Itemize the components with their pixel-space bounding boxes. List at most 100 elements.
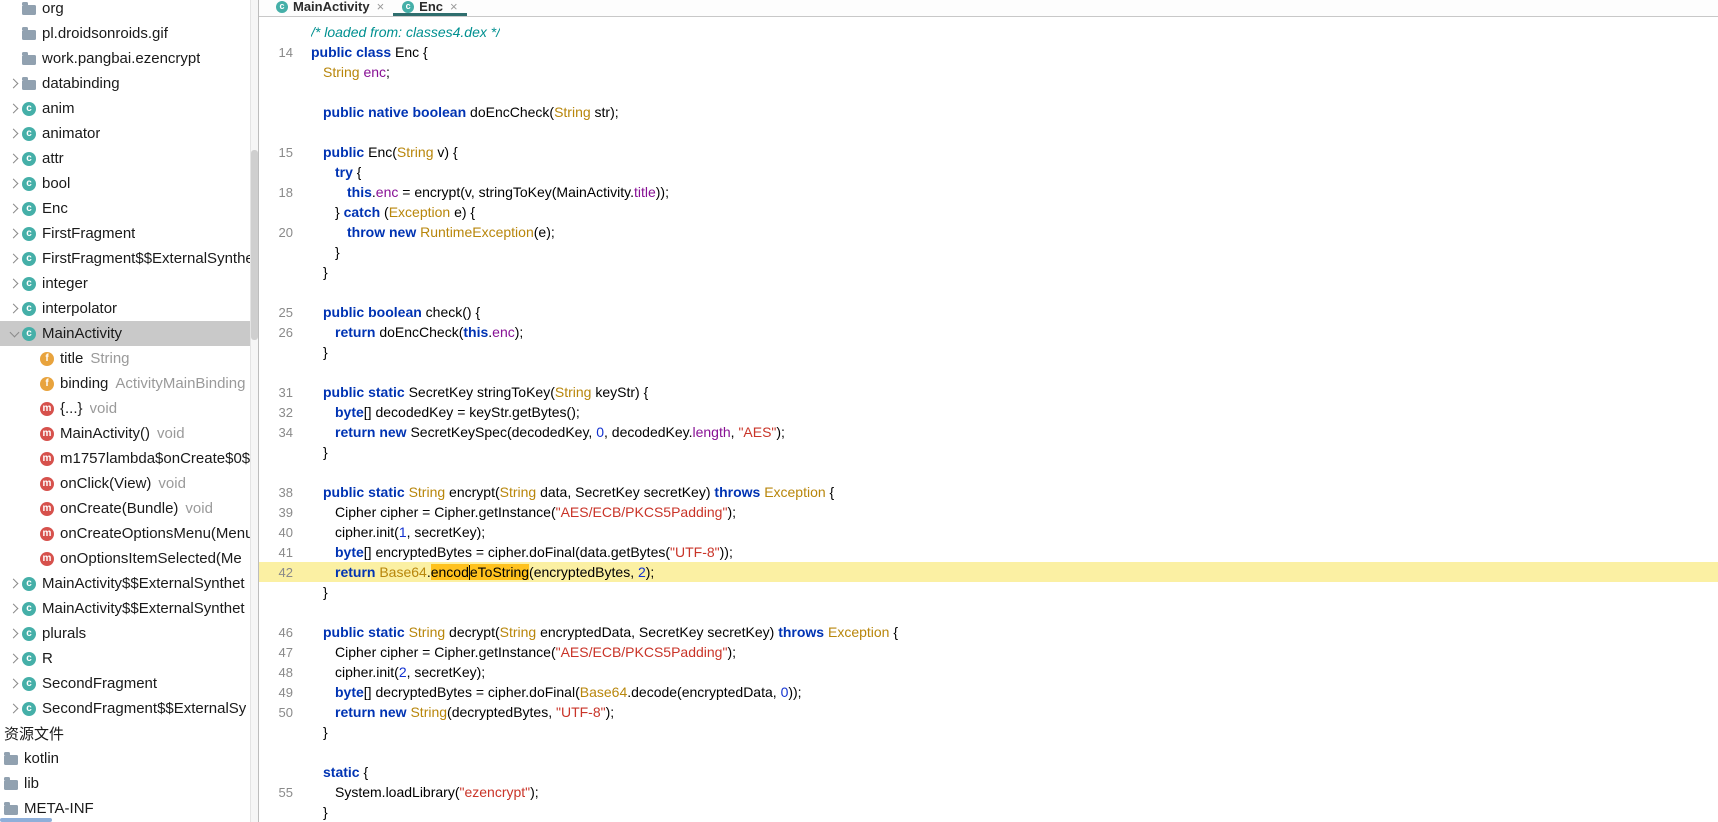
tree-horizontal-scrollbar-thumb[interactable] xyxy=(0,818,52,822)
tree-item[interactable]: cinterpolator xyxy=(0,296,251,321)
chevron-right-icon[interactable] xyxy=(6,601,22,617)
chevron-right-icon[interactable] xyxy=(6,151,22,167)
code-line[interactable]: try { xyxy=(259,162,1718,182)
code-line[interactable] xyxy=(259,82,1718,102)
code-line[interactable]: 32byte[] decodedKey = keyStr.getBytes(); xyxy=(259,402,1718,422)
chevron-right-icon[interactable] xyxy=(6,101,22,117)
chevron-right-icon[interactable] xyxy=(6,176,22,192)
code-line[interactable]: /* loaded from: classes4.dex */ xyxy=(259,22,1718,42)
tree-item[interactable]: cEnc xyxy=(0,196,251,221)
tree-item[interactable]: mm1757lambda$onCreate$0$ xyxy=(0,446,251,471)
code-line[interactable]: 20throw new RuntimeException(e); xyxy=(259,222,1718,242)
code-line[interactable]: 39Cipher cipher = Cipher.getInstance("AE… xyxy=(259,502,1718,522)
chevron-right-icon[interactable] xyxy=(6,276,22,292)
tree-item[interactable]: fbindingActivityMainBinding xyxy=(0,371,251,396)
code-line[interactable]: } xyxy=(259,722,1718,742)
code-line[interactable]: 38public static String encrypt(String da… xyxy=(259,482,1718,502)
class-icon: c xyxy=(22,302,36,316)
code-line[interactable]: 25public boolean check() { xyxy=(259,302,1718,322)
code-line[interactable] xyxy=(259,742,1718,762)
chevron-right-icon[interactable] xyxy=(6,626,22,642)
code-line[interactable]: 34return new SecretKeySpec(decodedKey, 0… xyxy=(259,422,1718,442)
code-line[interactable]: 14public class Enc { xyxy=(259,42,1718,62)
code-line[interactable] xyxy=(259,282,1718,302)
tree-item[interactable]: mMainActivity()void xyxy=(0,421,251,446)
code-editor[interactable]: /* loaded from: classes4.dex */14public … xyxy=(259,17,1718,822)
code-line[interactable]: } xyxy=(259,342,1718,362)
code-line[interactable]: 50return new String(decryptedBytes, "UTF… xyxy=(259,702,1718,722)
tree-item[interactable]: 资源文件 xyxy=(0,721,251,746)
tree-item[interactable]: databinding xyxy=(0,71,251,96)
tree-item[interactable]: lib xyxy=(0,771,251,796)
tree-item[interactable]: cMainActivity$$ExternalSynthet xyxy=(0,596,251,621)
code-line[interactable]: static { xyxy=(259,762,1718,782)
tree-item[interactable]: cFirstFragment$$ExternalSynthe xyxy=(0,246,251,271)
tree-item[interactable]: cSecondFragment xyxy=(0,671,251,696)
code-line[interactable]: } xyxy=(259,262,1718,282)
tree-item[interactable]: cMainActivity$$ExternalSynthet xyxy=(0,571,251,596)
tree-item[interactable]: work.pangbai.ezencrypt xyxy=(0,46,251,71)
code-line[interactable]: 55System.loadLibrary("ezencrypt"); xyxy=(259,782,1718,802)
tree-item[interactable]: org xyxy=(0,0,251,21)
chevron-right-icon[interactable] xyxy=(6,76,22,92)
tree-item[interactable]: cplurals xyxy=(0,621,251,646)
tree-item[interactable]: monClick(View)void xyxy=(0,471,251,496)
code-line[interactable] xyxy=(259,122,1718,142)
tree-item[interactable]: m{...}void xyxy=(0,396,251,421)
tree-item[interactable]: cFirstFragment xyxy=(0,221,251,246)
code-line[interactable] xyxy=(259,462,1718,482)
code-line[interactable] xyxy=(259,362,1718,382)
code-line[interactable]: String enc; xyxy=(259,62,1718,82)
chevron-right-icon[interactable] xyxy=(6,251,22,267)
tree-item[interactable]: cSecondFragment$$ExternalSy xyxy=(0,696,251,721)
code-line[interactable]: 31public static SecretKey stringToKey(St… xyxy=(259,382,1718,402)
tree-item[interactable]: cbool xyxy=(0,171,251,196)
tree-item[interactable]: cR xyxy=(0,646,251,671)
code-line[interactable]: 15public Enc(String v) { xyxy=(259,142,1718,162)
chevron-right-icon[interactable] xyxy=(6,701,22,717)
class-icon: c xyxy=(22,602,36,616)
tree-item[interactable]: monOptionsItemSelected(Me xyxy=(0,546,251,571)
chevron-right-icon[interactable] xyxy=(6,201,22,217)
close-icon[interactable]: × xyxy=(450,0,458,14)
tree-item[interactable]: pl.droidsonroids.gif xyxy=(0,21,251,46)
code-line[interactable]: } catch (Exception e) { xyxy=(259,202,1718,222)
code-line[interactable]: 47Cipher cipher = Cipher.getInstance("AE… xyxy=(259,642,1718,662)
chevron-right-icon[interactable] xyxy=(6,651,22,667)
tree-vertical-scrollbar[interactable] xyxy=(250,0,258,822)
tab-enc[interactable]: cEnc× xyxy=(393,0,466,16)
chevron-down-icon[interactable] xyxy=(6,326,22,342)
code-line[interactable]: 41byte[] encryptedBytes = cipher.doFinal… xyxy=(259,542,1718,562)
code-line[interactable]: } xyxy=(259,582,1718,602)
code-line[interactable]: 26return doEncCheck(this.enc); xyxy=(259,322,1718,342)
tree-item[interactable]: kotlin xyxy=(0,746,251,771)
chevron-right-icon[interactable] xyxy=(6,576,22,592)
code-line[interactable] xyxy=(259,602,1718,622)
code-line[interactable]: 40cipher.init(1, secretKey); xyxy=(259,522,1718,542)
code-line[interactable]: } xyxy=(259,442,1718,462)
tree-item[interactable]: monCreateOptionsMenu(Menu xyxy=(0,521,251,546)
code-line[interactable]: public native boolean doEncCheck(String … xyxy=(259,102,1718,122)
tab-mainactivity[interactable]: cMainActivity× xyxy=(267,0,393,16)
tree-item[interactable]: monCreate(Bundle)void xyxy=(0,496,251,521)
code-line[interactable]: } xyxy=(259,242,1718,262)
chevron-right-icon[interactable] xyxy=(6,226,22,242)
tree-item[interactable]: canim xyxy=(0,96,251,121)
code-line[interactable]: 49byte[] decryptedBytes = cipher.doFinal… xyxy=(259,682,1718,702)
tree-item[interactable]: cinteger xyxy=(0,271,251,296)
tree-item[interactable]: cMainActivity xyxy=(0,321,251,346)
code-line-current[interactable]: 42return Base64.encodeToString(encrypted… xyxy=(259,562,1718,582)
tree-item[interactable]: cattr xyxy=(0,146,251,171)
close-icon[interactable]: × xyxy=(377,0,385,14)
tree-item[interactable]: canimator xyxy=(0,121,251,146)
tree-item[interactable]: ftitleString xyxy=(0,346,251,371)
chevron-right-icon[interactable] xyxy=(6,301,22,317)
code-line[interactable]: 46public static String decrypt(String en… xyxy=(259,622,1718,642)
code-line[interactable]: 48cipher.init(2, secretKey); xyxy=(259,662,1718,682)
chevron-right-icon[interactable] xyxy=(6,126,22,142)
code-line[interactable]: 18this.enc = encrypt(v, stringToKey(Main… xyxy=(259,182,1718,202)
code-line[interactable]: } xyxy=(259,802,1718,822)
chevron-right-icon[interactable] xyxy=(6,676,22,692)
tree-vertical-scrollbar-thumb[interactable] xyxy=(251,150,258,340)
tree-horizontal-scrollbar[interactable] xyxy=(0,817,251,822)
